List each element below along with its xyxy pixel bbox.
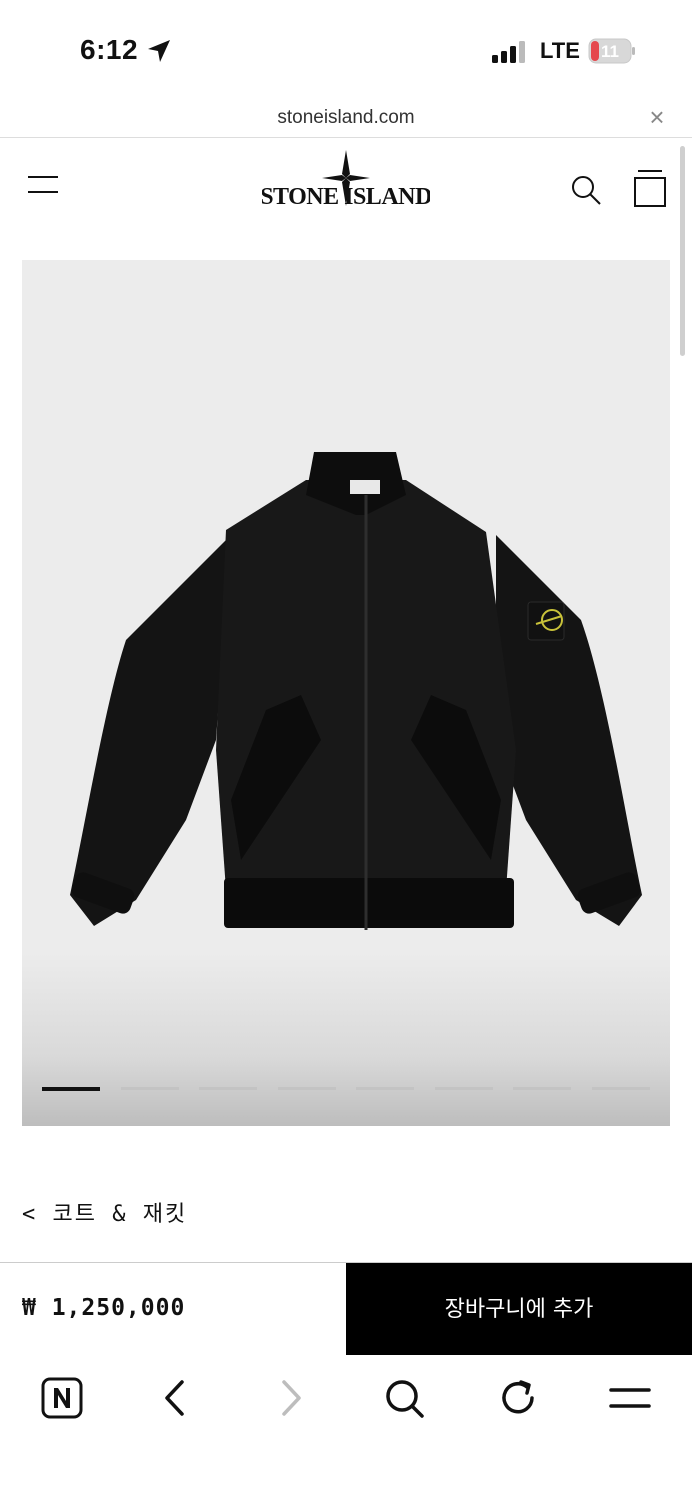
- carousel-dot[interactable]: [592, 1087, 650, 1090]
- naver-n-icon[interactable]: [40, 1376, 84, 1420]
- browser-toolbar: [0, 1357, 692, 1500]
- menu-icon[interactable]: [608, 1376, 652, 1420]
- battery-icon: 11: [588, 38, 635, 64]
- url-divider: [0, 137, 692, 138]
- carousel-dot[interactable]: [42, 1087, 100, 1091]
- carousel-indicator[interactable]: [42, 1087, 652, 1091]
- carousel-dot[interactable]: [513, 1087, 571, 1090]
- status-time: 6:12: [80, 34, 139, 65]
- url-bar[interactable]: stoneisland.com: [0, 107, 692, 129]
- breadcrumb-link[interactable]: < 코트 & 재킷: [22, 1196, 187, 1228]
- back-arrow-icon[interactable]: [154, 1376, 198, 1420]
- search-icon[interactable]: [382, 1376, 426, 1420]
- battery-level: 11: [601, 42, 619, 61]
- stone-island-logo[interactable]: STONE ISLAND: [262, 150, 430, 212]
- reload-icon[interactable]: [496, 1376, 540, 1420]
- signal-bars-icon: [492, 41, 525, 63]
- carousel-dot[interactable]: [356, 1087, 414, 1090]
- carousel-dot[interactable]: [435, 1087, 493, 1090]
- hamburger-menu-icon[interactable]: [28, 174, 58, 196]
- jacket-image: [70, 452, 642, 930]
- close-icon[interactable]: ×: [644, 104, 670, 130]
- shopping-bag-icon[interactable]: [634, 170, 666, 208]
- carousel-dot[interactable]: [121, 1087, 179, 1090]
- search-icon[interactable]: [570, 174, 602, 206]
- page-scrollbar[interactable]: [680, 146, 685, 356]
- product-price: ₩ 1,250,000: [22, 1295, 186, 1321]
- forward-arrow-icon[interactable]: [268, 1376, 312, 1420]
- network-type: LTE: [540, 38, 580, 63]
- location-arrow-icon: [148, 40, 170, 62]
- carousel-dot[interactable]: [199, 1087, 257, 1090]
- product-image[interactable]: [22, 260, 670, 1126]
- add-to-cart-button[interactable]: 장바구니에 추가: [346, 1263, 692, 1355]
- carousel-dot[interactable]: [278, 1087, 336, 1090]
- svg-text:STONE ISLAND: STONE ISLAND: [262, 184, 430, 210]
